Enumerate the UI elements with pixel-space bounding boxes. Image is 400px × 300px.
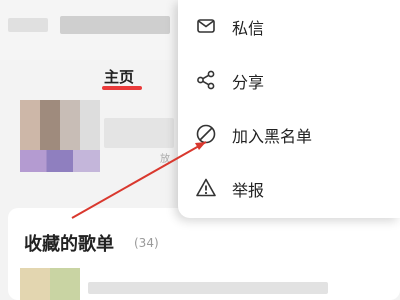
annotation-arrow	[71, 141, 207, 219]
